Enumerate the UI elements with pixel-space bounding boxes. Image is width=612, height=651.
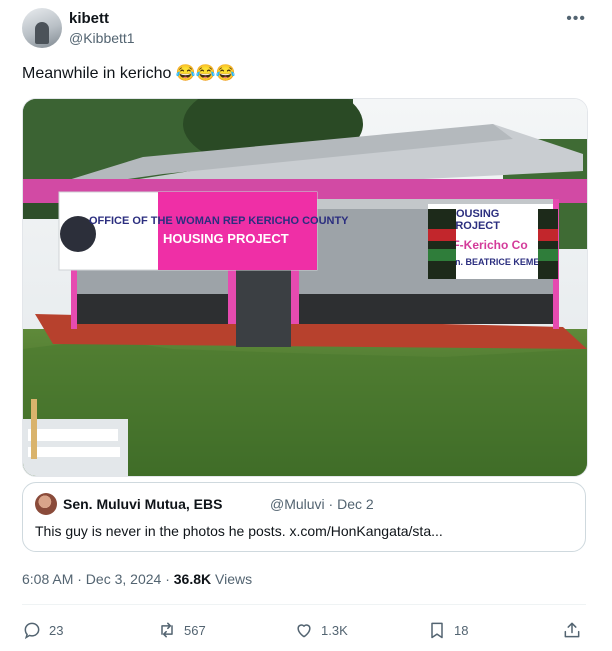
like-count: 1.3K	[321, 622, 348, 638]
reply-count: 23	[49, 622, 64, 638]
house-photo: OFFICE OF THE WOMAN REP KERICHO COUNTY H…	[23, 99, 587, 476]
tweet-actions: 23 567 1.3K 18	[22, 615, 586, 645]
tweet-header: kibett @Kibbett1 •••	[22, 8, 592, 50]
quoted-tweet-text: This guy is never in the photos he posts…	[35, 523, 443, 539]
tweet-text: Meanwhile in kericho 😂😂😂	[22, 65, 236, 82]
repost-count: 567	[184, 622, 206, 638]
quoted-author-avatar	[35, 493, 57, 515]
more-icon[interactable]: •••	[566, 10, 586, 28]
quoted-tweet[interactable]: Sen. Muluvi Mutua, EBS @Muluvi · Dec 2 T…	[22, 482, 586, 552]
like-icon	[297, 624, 311, 638]
repost-button[interactable]: 567	[157, 615, 206, 645]
tweet-photo[interactable]: OFFICE OF THE WOMAN REP KERICHO COUNTY H…	[22, 98, 588, 477]
reply-button[interactable]: 23	[22, 615, 63, 645]
tweet-timestamp[interactable]: 6:08 AM · Dec 3, 2024 ·	[22, 571, 174, 587]
like-button[interactable]: 1.3K	[294, 615, 348, 645]
bookmark-icon	[431, 622, 443, 639]
quoted-author-name: Sen. Muluvi Mutua, EBS	[63, 496, 223, 512]
author-handle[interactable]: @Kibbett1	[69, 30, 135, 46]
views-count: 36.8K	[173, 571, 212, 587]
banner-left-line2: HOUSING PROJECT	[163, 231, 289, 246]
author-avatar[interactable]	[22, 8, 62, 48]
tweet-metadata: 6:08 AM · Dec 3, 2024 · 36.8K Views	[22, 571, 252, 587]
bookmark-button[interactable]: 18	[427, 615, 468, 645]
share-button[interactable]	[562, 615, 589, 645]
repost-icon	[161, 622, 173, 638]
banner-right-line4: Hon. BEATRICE KEMEI	[443, 257, 542, 267]
author-name[interactable]: kibett	[69, 10, 109, 27]
reply-icon	[24, 622, 40, 640]
share-icon	[564, 622, 580, 638]
banner-left-line1: OFFICE OF THE WOMAN REP KERICHO COUNTY	[89, 215, 349, 227]
views-label: Views	[211, 571, 253, 587]
quoted-author-handle: @Muluvi · Dec 2	[270, 496, 374, 512]
bookmark-count: 18	[454, 622, 469, 638]
divider	[22, 604, 586, 605]
